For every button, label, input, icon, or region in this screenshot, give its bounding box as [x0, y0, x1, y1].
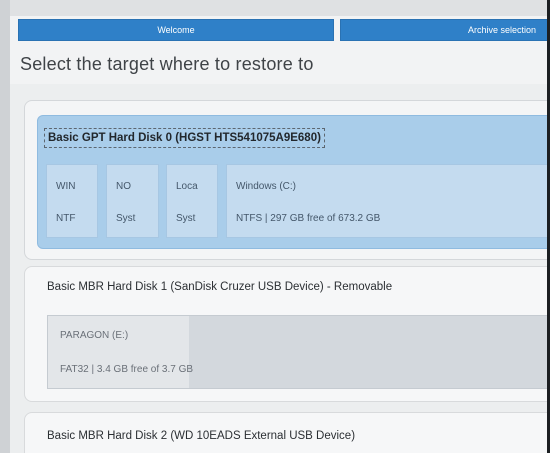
partition-paragon-e[interactable]: PARAGON (E:) FAT32 | 3.4 GB free of 3.7 … — [47, 315, 550, 389]
partition-windows-c[interactable]: Windows (C:) NTFS | 297 GB free of 673.2… — [226, 164, 550, 238]
screen-edge-top — [0, 0, 550, 16]
disk-0-panel[interactable]: Basic GPT Hard Disk 0 (HGST HTS541075A9E… — [24, 100, 550, 260]
partition-label: Windows (C:) — [236, 181, 297, 192]
partition-win[interactable]: WIN NTF — [46, 164, 98, 238]
disk-0-selected-area[interactable]: Basic GPT Hard Disk 0 (HGST HTS541075A9E… — [37, 115, 550, 249]
partition-filesystem: Syst — [116, 213, 136, 224]
page-title: Select the target where to restore to — [20, 54, 314, 74]
partition-usage-bar — [48, 316, 189, 388]
partition-filesystem: NTFS | 297 GB free of 673.2 GB — [236, 213, 381, 224]
disk-1-title: Basic MBR Hard Disk 1 (SanDisk Cruzer US… — [47, 281, 393, 293]
partition-loca[interactable]: Loca Syst — [166, 164, 218, 238]
disk-0-title: Basic GPT Hard Disk 0 (HGST HTS541075A9E… — [44, 128, 325, 148]
partition-label: WIN — [56, 181, 76, 192]
partition-label: NO — [116, 181, 131, 192]
partition-label: PARAGON (E:) — [60, 330, 129, 341]
partition-filesystem: Syst — [176, 213, 196, 224]
disk-2-title: Basic MBR Hard Disk 2 (WD 10EADS Externa… — [47, 430, 356, 442]
step-welcome-tab[interactable]: Welcome — [18, 19, 334, 41]
disk-2-panel[interactable]: Basic MBR Hard Disk 2 (WD 10EADS Externa… — [24, 412, 550, 453]
partition-no[interactable]: NO Syst — [106, 164, 159, 238]
partition-filesystem: FAT32 | 3.4 GB free of 3.7 GB — [60, 364, 194, 375]
partition-label: Loca — [176, 181, 198, 192]
partition-filesystem: NTF — [56, 213, 76, 224]
disk-1-panel[interactable]: Basic MBR Hard Disk 1 (SanDisk Cruzer US… — [24, 266, 550, 402]
screen-edge-left — [0, 0, 10, 453]
step-archive-selection-tab[interactable]: Archive selection — [340, 19, 550, 41]
restore-wizard-screen: Welcome Archive selection Select the tar… — [0, 0, 550, 453]
